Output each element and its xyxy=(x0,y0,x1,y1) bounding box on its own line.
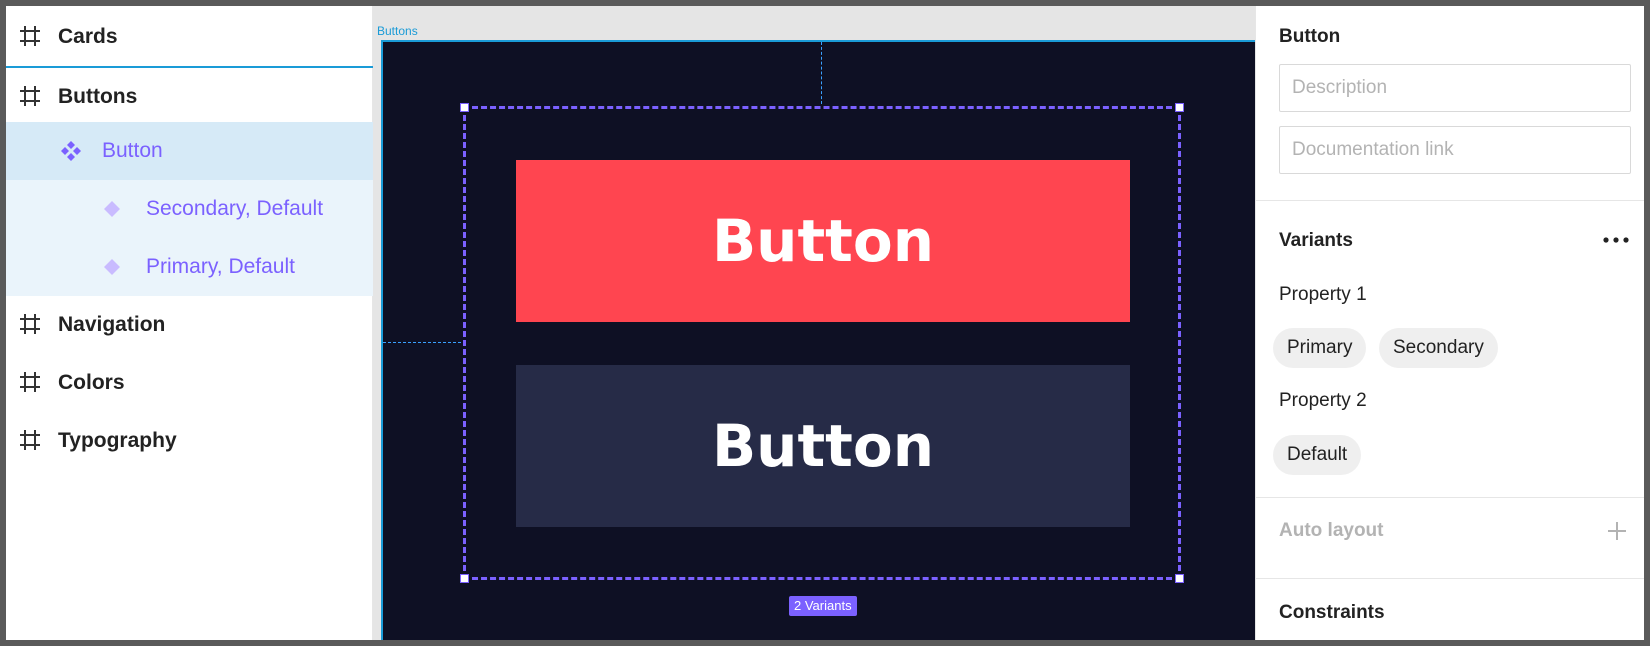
frame-icon xyxy=(20,430,40,450)
layer-label: Buttons xyxy=(58,85,138,108)
frame-icon xyxy=(20,86,40,106)
variant-icon xyxy=(104,259,120,275)
variants-count-badge: 2 Variants xyxy=(789,596,857,616)
auto-layout-section-title: Auto layout xyxy=(1279,520,1384,541)
layers-panel: Cards Buttons Button Secondary, Default … xyxy=(6,6,373,640)
measure-guide-horizontal xyxy=(383,342,461,343)
layer-variant-secondary[interactable]: Secondary, Default xyxy=(6,180,373,238)
button-text: Button xyxy=(711,412,935,480)
component-title: Button xyxy=(1279,26,1341,47)
component-set-icon xyxy=(61,141,81,161)
resize-handle-bottom-right[interactable] xyxy=(1175,574,1184,583)
layer-label: Primary, Default xyxy=(146,255,295,278)
value-chip-primary[interactable]: Primary xyxy=(1273,328,1367,368)
figma-window: Cards Buttons Button Secondary, Default … xyxy=(6,6,1644,640)
more-options-icon[interactable] xyxy=(1602,234,1630,246)
frame-name-label[interactable]: Buttons xyxy=(377,24,418,38)
layer-label: Typography xyxy=(58,429,177,452)
variant-icon xyxy=(104,201,120,217)
measure-guide-vertical xyxy=(821,42,822,104)
documentation-link-input[interactable] xyxy=(1279,126,1631,174)
component-set-selection[interactable]: Button Button xyxy=(460,103,1184,583)
layer-typography[interactable]: Typography xyxy=(6,412,373,470)
frame-icon xyxy=(20,372,40,392)
layer-label: Button xyxy=(102,139,163,162)
property-2-label[interactable]: Property 2 xyxy=(1279,390,1367,412)
resize-handle-bottom-left[interactable] xyxy=(460,574,469,583)
value-chip-secondary[interactable]: Secondary xyxy=(1379,328,1498,368)
layer-label: Secondary, Default xyxy=(146,197,324,220)
constraints-section-title: Constraints xyxy=(1279,602,1385,623)
value-chip-default[interactable]: Default xyxy=(1273,435,1362,475)
divider xyxy=(1256,578,1644,579)
add-auto-layout-icon[interactable] xyxy=(1606,520,1628,542)
resize-handle-top-right[interactable] xyxy=(1175,103,1184,112)
layer-label: Colors xyxy=(58,371,125,394)
frame-icon xyxy=(20,314,40,334)
primary-button-variant[interactable]: Button xyxy=(516,160,1130,322)
properties-panel: Button Variants Property 1 Primary Secon… xyxy=(1255,6,1644,640)
divider xyxy=(1256,497,1644,498)
layer-colors[interactable]: Colors xyxy=(6,354,373,412)
divider xyxy=(1256,200,1644,201)
layer-label: Cards xyxy=(58,25,118,48)
canvas[interactable]: Buttons Button Button 2 Variants xyxy=(373,6,1255,640)
description-input[interactable] xyxy=(1279,64,1631,112)
secondary-button-variant[interactable]: Button xyxy=(516,365,1130,527)
buttons-frame[interactable]: Button Button 2 Variants xyxy=(381,40,1255,640)
button-text: Button xyxy=(711,207,935,275)
layer-label: Navigation xyxy=(58,313,166,336)
resize-handle-top-left[interactable] xyxy=(460,103,469,112)
frame-icon xyxy=(20,26,40,46)
layer-buttons[interactable]: Buttons xyxy=(6,66,373,124)
layer-variant-primary[interactable]: Primary, Default xyxy=(6,238,373,296)
layer-cards[interactable]: Cards xyxy=(6,8,373,66)
property-1-label[interactable]: Property 1 xyxy=(1279,284,1367,306)
layer-navigation[interactable]: Navigation xyxy=(6,296,373,354)
variants-section-title: Variants xyxy=(1279,230,1353,251)
layer-button-component-set[interactable]: Button xyxy=(6,122,373,180)
